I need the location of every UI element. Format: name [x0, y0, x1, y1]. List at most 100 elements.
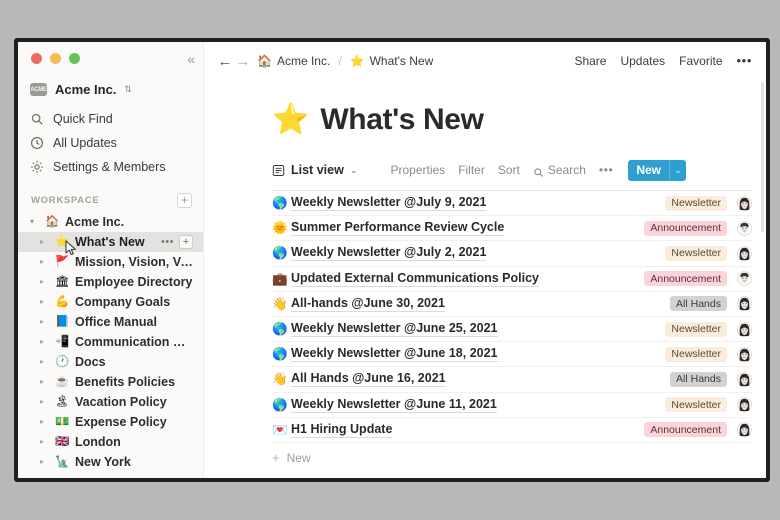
- row-title-link[interactable]: All-hands @June 30, 2021: [291, 296, 445, 312]
- avatar[interactable]: [737, 195, 752, 211]
- favorite-button[interactable]: Favorite: [679, 54, 722, 68]
- avatar[interactable]: [737, 271, 752, 287]
- sidebar-tree-item[interactable]: ▸ 📲 Communication Play...: [18, 332, 203, 352]
- sidebar-tree-item[interactable]: ▸ 🚩 Mission, Vision, Valu...: [18, 252, 203, 272]
- chevron-right-icon[interactable]: ▸: [40, 378, 49, 386]
- close-window-button[interactable]: [31, 53, 42, 64]
- status-badge[interactable]: Announcement: [644, 220, 727, 236]
- table-row[interactable]: 🌎 Weekly Newsletter @June 25, 2021 Newslet…: [272, 317, 752, 343]
- avatar[interactable]: [737, 371, 752, 387]
- back-arrow-icon[interactable]: ←: [216, 54, 234, 69]
- database-toolbar-actions: Properties Filter Sort Search ••• New ⌄: [390, 159, 686, 181]
- add-subpage-icon[interactable]: +: [179, 235, 193, 249]
- avatar[interactable]: [737, 346, 752, 362]
- status-badge[interactable]: Newsletter: [665, 195, 727, 211]
- chevron-right-icon[interactable]: ▸: [40, 278, 49, 286]
- status-badge[interactable]: Newsletter: [665, 321, 727, 337]
- sidebar-tree-item[interactable]: ▸ ☕ Benefits Policies: [18, 372, 203, 392]
- new-button[interactable]: New ⌄: [628, 159, 686, 181]
- chevron-right-icon[interactable]: ▸: [40, 338, 49, 346]
- add-page-button[interactable]: +: [177, 193, 192, 208]
- avatar[interactable]: [737, 422, 752, 438]
- row-title-link[interactable]: Weekly Newsletter @June 11, 2021: [291, 397, 497, 413]
- new-button-chevron-down-icon[interactable]: ⌄: [669, 159, 686, 181]
- table-row[interactable]: 🌎 Weekly Newsletter @July 2, 2021 Newslett…: [272, 241, 752, 267]
- sidebar-tree-item[interactable]: ▾ 🏠 Acme Inc.: [18, 212, 203, 232]
- toolbar-more-icon[interactable]: •••: [599, 164, 613, 176]
- sidebar-tree-item[interactable]: ▸ 🗽 New York: [18, 452, 203, 472]
- chevron-right-icon[interactable]: ▸: [40, 438, 49, 446]
- more-options-icon[interactable]: •••: [737, 54, 752, 67]
- table-row[interactable]: 🌎 Weekly Newsletter @July 9, 2021 Newslett…: [272, 191, 752, 217]
- status-badge[interactable]: Newsletter: [665, 245, 727, 261]
- sidebar-tree-item[interactable]: ▸ 📘 Office Manual: [18, 312, 203, 332]
- sidebar-tree-item[interactable]: ▸ 🏛 Employee Directory: [18, 272, 203, 292]
- sidebar-item-quick-find[interactable]: Quick Find: [18, 107, 203, 131]
- new-row-button[interactable]: + New: [272, 443, 766, 469]
- forward-arrow-icon[interactable]: →: [234, 54, 252, 69]
- table-row[interactable]: 👋 All Hands @June 16, 2021 All Hands: [272, 367, 752, 393]
- chevron-right-icon[interactable]: ▸: [40, 458, 49, 466]
- sidebar-tree-item[interactable]: ▸ 💵 Expense Policy: [18, 412, 203, 432]
- page-emoji-icon: 🇬🇧: [55, 436, 70, 448]
- tab-list-view[interactable]: List view ⌄: [272, 163, 357, 177]
- row-title-link[interactable]: Updated External Communications Policy: [291, 271, 539, 287]
- chevron-right-icon[interactable]: ▸: [40, 318, 49, 326]
- status-badge[interactable]: Newsletter: [665, 346, 727, 362]
- status-badge[interactable]: Newsletter: [665, 397, 727, 413]
- chevron-right-icon[interactable]: ▸: [40, 398, 49, 406]
- sidebar-tree-item[interactable]: ▸ 🕐 Docs: [18, 352, 203, 372]
- table-row[interactable]: 🌎 Weekly Newsletter @June 11, 2021 Newslet…: [272, 393, 752, 418]
- status-badge[interactable]: Announcement: [644, 271, 727, 287]
- status-badge[interactable]: All Hands: [670, 296, 727, 312]
- sort-button[interactable]: Sort: [498, 163, 520, 177]
- collapse-sidebar-icon[interactable]: «: [187, 52, 195, 66]
- row-title-link[interactable]: Weekly Newsletter @June 18, 2021: [291, 346, 498, 363]
- vertical-scrollbar[interactable]: [761, 82, 764, 232]
- avatar[interactable]: [737, 321, 752, 337]
- avatar[interactable]: [737, 296, 752, 312]
- row-title-link[interactable]: Weekly Newsletter @July 9, 2021: [291, 195, 487, 212]
- filter-button[interactable]: Filter: [458, 163, 485, 177]
- sidebar-tree-item[interactable]: ▸ 💪 Company Goals: [18, 292, 203, 312]
- row-title-link[interactable]: Weekly Newsletter @June 25, 2021: [291, 321, 498, 338]
- chevron-right-icon[interactable]: ▸: [40, 358, 49, 366]
- sidebar-tree-item[interactable]: ▸ 🏝 Vacation Policy: [18, 392, 203, 412]
- chevron-down-icon[interactable]: ▾: [30, 218, 39, 226]
- row-title-link[interactable]: H1 Hiring Update: [291, 422, 393, 438]
- table-row[interactable]: 💼 Updated External Communications Policy A…: [272, 267, 752, 292]
- table-row[interactable]: 💌 H1 Hiring Update Announcement: [272, 418, 752, 443]
- zoom-window-button[interactable]: [69, 53, 80, 64]
- table-row[interactable]: 🌞 Summer Performance Review Cycle Announce…: [272, 216, 752, 242]
- chevron-right-icon[interactable]: ▸: [40, 238, 49, 246]
- page-more-icon[interactable]: •••: [161, 237, 174, 248]
- page-icon-star-icon[interactable]: ⭐: [272, 103, 309, 137]
- sidebar-item-all-updates[interactable]: All Updates: [18, 131, 203, 155]
- chevron-right-icon[interactable]: ▸: [40, 418, 49, 426]
- row-title-link[interactable]: Weekly Newsletter @July 2, 2021: [291, 245, 487, 262]
- avatar[interactable]: [737, 397, 752, 413]
- workspace-switcher[interactable]: ACME Acme Inc. ⇅: [18, 78, 203, 101]
- updates-button[interactable]: Updates: [620, 54, 665, 68]
- table-row[interactable]: 🌎 Weekly Newsletter @June 18, 2021 Newslet…: [272, 342, 752, 368]
- search-button[interactable]: Search: [533, 163, 586, 177]
- properties-button[interactable]: Properties: [390, 163, 445, 177]
- row-emoji-icon: 🌎: [272, 246, 288, 261]
- breadcrumb-item-workspace[interactable]: 🏠 Acme Inc.: [257, 54, 330, 68]
- table-row[interactable]: 👋 All-hands @June 30, 2021 All Hands: [272, 292, 752, 317]
- breadcrumb-item-page[interactable]: ⭐ What's New: [350, 54, 434, 68]
- row-title-link[interactable]: Summer Performance Review Cycle: [291, 220, 505, 237]
- sidebar-tree-item[interactable]: ▸ 🇬🇧 London: [18, 432, 203, 452]
- sidebar-item-settings-members[interactable]: Settings & Members: [18, 155, 203, 179]
- chevron-right-icon[interactable]: ▸: [40, 298, 49, 306]
- chevron-right-icon[interactable]: ▸: [40, 258, 49, 266]
- avatar[interactable]: [737, 220, 752, 236]
- page-title-text[interactable]: What's New: [320, 103, 484, 137]
- share-button[interactable]: Share: [574, 54, 606, 68]
- sidebar-tree-item[interactable]: ▸ ⭐ What's New ••• +: [18, 232, 203, 256]
- status-badge[interactable]: All Hands: [670, 371, 727, 387]
- minimize-window-button[interactable]: [50, 53, 61, 64]
- row-title-link[interactable]: All Hands @June 16, 2021: [291, 371, 446, 388]
- avatar[interactable]: [737, 245, 752, 261]
- status-badge[interactable]: Announcement: [644, 422, 727, 438]
